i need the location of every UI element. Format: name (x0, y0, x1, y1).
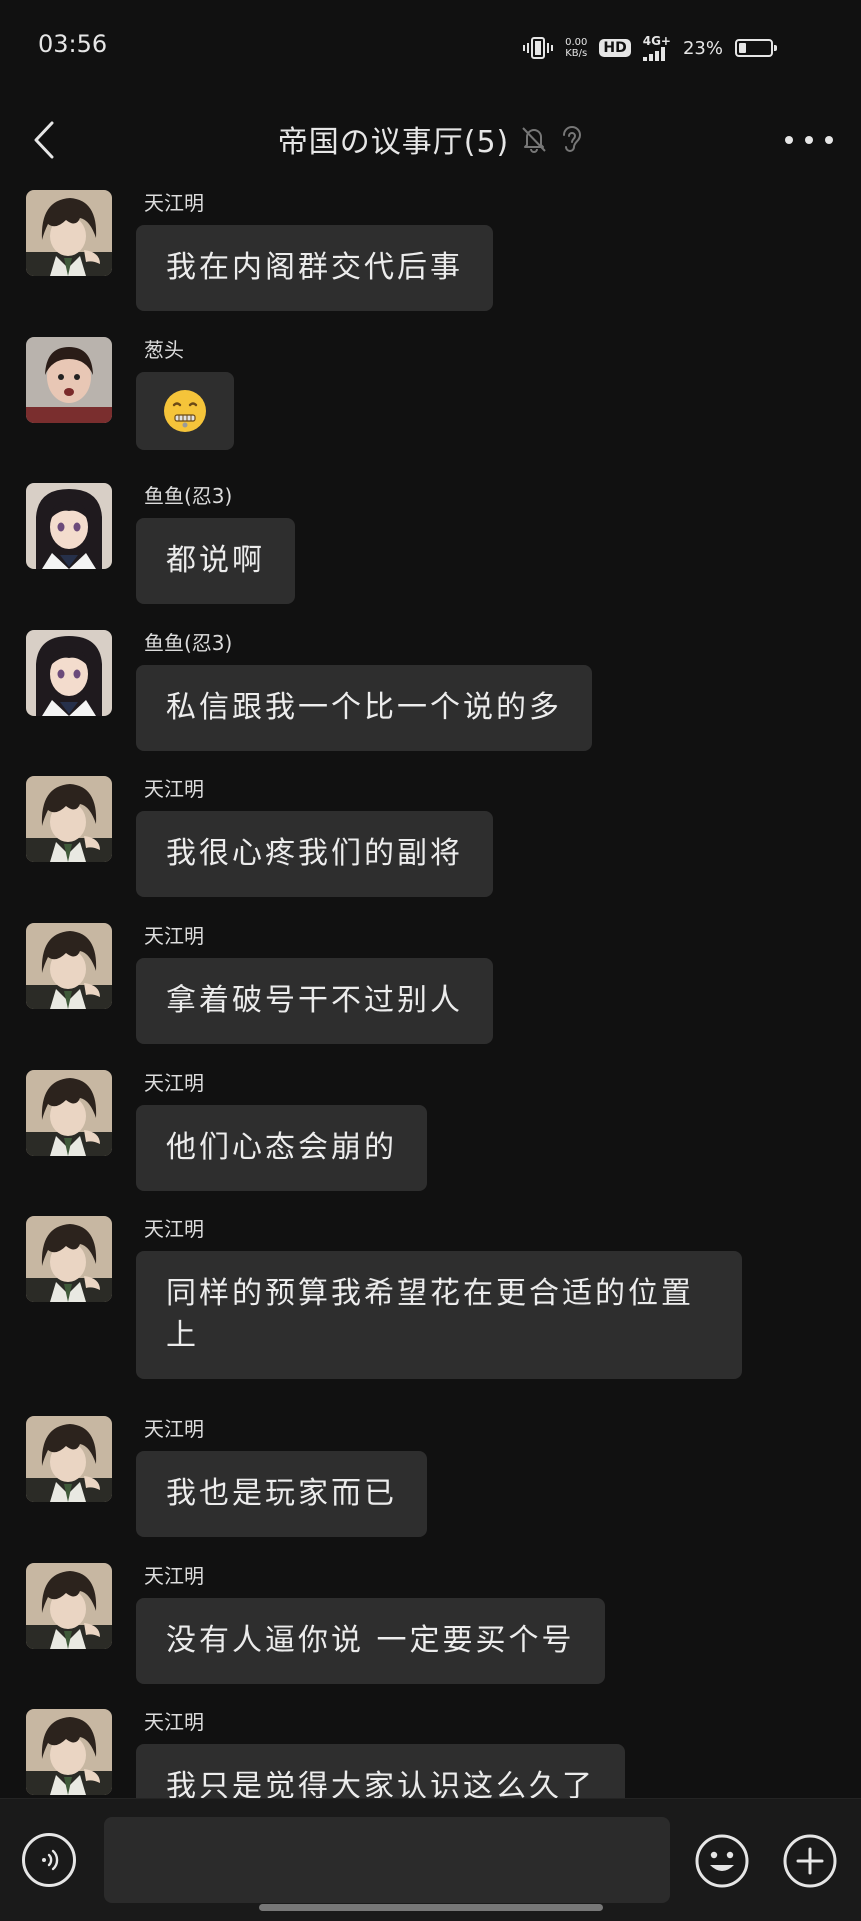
message-bubble[interactable]: 他们心态会崩的 (136, 1104, 427, 1191)
message-input[interactable] (104, 1817, 670, 1903)
sender-name: 天江明 (144, 923, 204, 948)
message-bubble[interactable]: 我也是玩家而已 (136, 1451, 427, 1538)
message-bubble[interactable] (136, 371, 234, 450)
sender-name: 天江明 (144, 777, 204, 802)
message-bubble[interactable]: 同样的预算我希望花在更合适的位置上 (136, 1251, 742, 1380)
message-row: 天江明没有人逼你说 一定要买个号 (0, 1558, 861, 1705)
message-text: 拿着破号干不过别人 (166, 982, 463, 1018)
message-row: 鱼鱼(忍3) 私信跟我一个比一个说的多 (0, 625, 861, 772)
signal-icon: 4G+ (642, 34, 671, 61)
battery-percent: 23% (682, 37, 723, 59)
sender-name: 天江明 (144, 1563, 204, 1588)
message-bubble[interactable]: 私信跟我一个比一个说的多 (136, 664, 592, 751)
vibrate-icon (523, 37, 554, 59)
chat-header: 帝国の议事厅(5) (0, 95, 861, 185)
battery-icon (735, 39, 777, 57)
more-button[interactable] (785, 125, 833, 155)
status-bar: 03:56 0.00 KB/s HD 4G+ 23% (0, 0, 861, 95)
message-row: 天江明我很心疼我们的副将 (0, 771, 861, 918)
plus-button[interactable] (782, 1833, 838, 1889)
signal-bars (642, 47, 665, 61)
emoji-button[interactable] (694, 1833, 750, 1889)
battery-fill (739, 43, 746, 53)
title-group: 帝国の议事厅(5) (0, 117, 861, 161)
sender-name: 鱼鱼(忍3) (144, 484, 233, 509)
net-speed: 0.00 KB/s (565, 37, 587, 59)
sender-name: 天江明 (144, 1417, 204, 1442)
message-text: 我很心疼我们的副将 (166, 836, 463, 872)
more-icon-dot (825, 136, 833, 144)
net-speed-value: 0.00 (565, 37, 588, 48)
message-text: 我只是觉得大家认识这么久了 (166, 1769, 595, 1798)
message-row: 天江明拿着破号干不过别人 (0, 918, 861, 1065)
home-indicator[interactable] (259, 1904, 603, 1911)
message-row: 天江明同样的预算我希望花在更合适的位置上 (0, 1211, 861, 1411)
avatar[interactable] (26, 483, 112, 570)
page-title[interactable]: 帝国の议事厅(5) (278, 117, 510, 161)
message-text: 同样的预算我希望花在更合适的位置上 (166, 1276, 694, 1354)
network-type: 4G+ (642, 34, 671, 48)
sender-name: 天江明 (144, 1070, 204, 1095)
avatar[interactable] (26, 776, 112, 863)
input-bar (0, 1798, 861, 1921)
sender-name: 天江明 (144, 1710, 204, 1735)
avatar[interactable] (26, 1709, 112, 1796)
message-row: 鱼鱼(忍3) 都说啊 (0, 478, 861, 625)
voice-button[interactable] (22, 1833, 76, 1887)
sender-name: 天江明 (144, 191, 204, 215)
avatar[interactable] (26, 922, 112, 1009)
avatar[interactable] (26, 1416, 112, 1503)
status-time: 03:56 (38, 30, 108, 58)
zipper-mouth-face-icon (164, 389, 206, 432)
sender-name: 葱头 (144, 337, 184, 362)
message-bubble[interactable]: 都说啊 (136, 518, 295, 605)
message-text: 他们心态会崩的 (166, 1129, 397, 1165)
message-text: 都说啊 (166, 543, 265, 579)
more-icon-dot (785, 136, 793, 144)
more-icon-dot (805, 136, 813, 144)
avatar[interactable] (26, 1216, 112, 1303)
message-list[interactable]: 天江明 我在内阁群交代后事 葱头 鱼鱼(忍3) 都说啊 鱼鱼(忍3) 私信跟我一个比一个说的… (0, 185, 861, 1798)
emoji-icon (695, 1834, 749, 1888)
message-bubble[interactable]: 没有人逼你说 一定要买个号 (136, 1597, 605, 1684)
status-icons: 0.00 KB/s HD 4G+ 23% (523, 30, 777, 66)
avatar[interactable] (26, 1069, 112, 1156)
avatar[interactable] (26, 1562, 112, 1649)
plus-icon (783, 1834, 837, 1888)
message-bubble[interactable]: 拿着破号干不过别人 (136, 957, 493, 1044)
sender-name: 鱼鱼(忍3) (144, 630, 233, 655)
message-row: 葱头 (0, 332, 861, 479)
message-row: 天江明他们心态会崩的 (0, 1065, 861, 1212)
message-row: 天江明我只是觉得大家认识这么久了 (0, 1704, 861, 1798)
mute-bell-icon (522, 127, 546, 153)
hd-badge: HD (599, 39, 631, 57)
avatar[interactable] (26, 336, 112, 423)
message-row: 天江明我也是玩家而已 (0, 1411, 861, 1558)
message-bubble[interactable]: 我很心疼我们的副将 (136, 811, 493, 898)
message-bubble[interactable]: 我在内阁群交代后事 (136, 225, 493, 311)
message-text: 没有人逼你说 一定要买个号 (166, 1622, 575, 1658)
message-row: 天江明我在内阁群交代后事 (0, 185, 861, 332)
sender-name: 天江明 (144, 1217, 204, 1242)
avatar[interactable] (26, 629, 112, 716)
message-text: 我也是玩家而已 (166, 1476, 397, 1512)
message-bubble[interactable]: 我只是觉得大家认识这么久了 (136, 1744, 625, 1798)
message-text: 我在内阁群交代后事 (166, 250, 463, 285)
message-text: 私信跟我一个比一个说的多 (166, 689, 562, 725)
voice-icon (42, 1849, 59, 1871)
ear-icon (563, 126, 582, 152)
avatar[interactable] (26, 190, 112, 276)
net-speed-unit: KB/s (565, 48, 588, 59)
